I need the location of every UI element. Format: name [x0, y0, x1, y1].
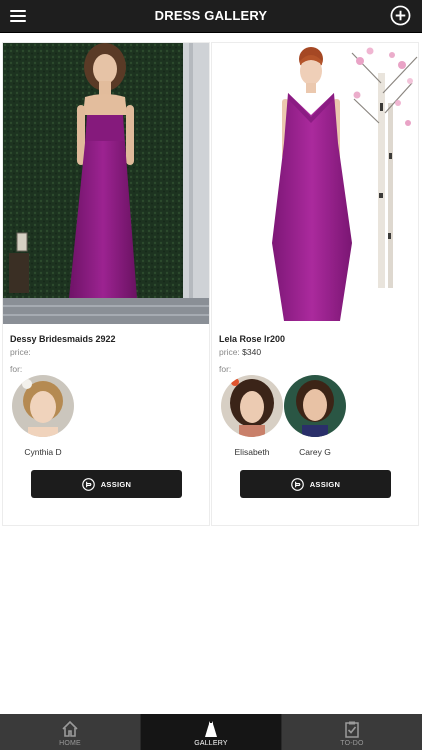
price-row: price: — [10, 347, 31, 357]
app-screen: DRESS GALLERY Dessy Bridesmaids 2922 pri… — [0, 0, 422, 750]
for-label: for: — [10, 364, 23, 374]
top-bar: DRESS GALLERY — [0, 0, 422, 33]
tab-label: HOME — [59, 740, 81, 747]
assign-hand-icon — [290, 477, 304, 491]
person-name: Elisabeth — [234, 447, 270, 457]
tab-label: GALLERY — [194, 740, 228, 747]
assigned-person[interactable]: Elisabeth — [221, 375, 283, 457]
dress-icon — [205, 721, 217, 737]
for-label: for: — [219, 364, 232, 374]
dress-card[interactable]: Dessy Bridesmaids 2922 price: for: Cynth… — [2, 42, 210, 526]
home-icon — [62, 720, 78, 737]
price-label: price: — [219, 347, 240, 357]
price-label: price: — [10, 347, 31, 357]
assign-button[interactable]: ASSIGN — [31, 470, 182, 498]
assigned-person[interactable]: Cynthia D — [12, 375, 74, 457]
dress-photo[interactable] — [3, 43, 209, 324]
avatar[interactable] — [12, 375, 74, 439]
dress-photo[interactable] — [212, 43, 418, 324]
dress-card[interactable]: Lela Rose lr200 price: $340 for: Elisabe… — [211, 42, 419, 526]
dress-name[interactable]: Lela Rose lr200 — [219, 334, 285, 344]
clipboard-check-icon — [345, 721, 359, 738]
assign-label: ASSIGN — [100, 479, 132, 489]
tab-todo[interactable]: TO-DO — [282, 714, 422, 750]
dress-name[interactable]: Dessy Bridesmaids 2922 — [10, 334, 116, 344]
avatar[interactable] — [221, 375, 283, 439]
bottom-nav: HOME GALLERY TO-DO — [0, 714, 422, 750]
assigned-person[interactable]: Carey G — [284, 375, 346, 457]
person-name: Cynthia D — [24, 447, 62, 457]
avatar[interactable] — [284, 375, 346, 439]
person-name: Carey G — [299, 447, 331, 457]
price-value: $340 — [242, 347, 262, 357]
tab-home[interactable]: HOME — [0, 714, 141, 750]
plus-circle-icon[interactable] — [390, 5, 411, 26]
assign-button[interactable]: ASSIGN — [240, 470, 391, 498]
page-title: DRESS GALLERY — [154, 8, 268, 23]
assign-hand-icon — [81, 477, 95, 491]
tab-label: TO-DO — [340, 740, 364, 747]
tab-gallery[interactable]: GALLERY — [141, 714, 282, 750]
assign-label: ASSIGN — [309, 479, 341, 489]
price-row: price: $340 — [219, 347, 261, 357]
